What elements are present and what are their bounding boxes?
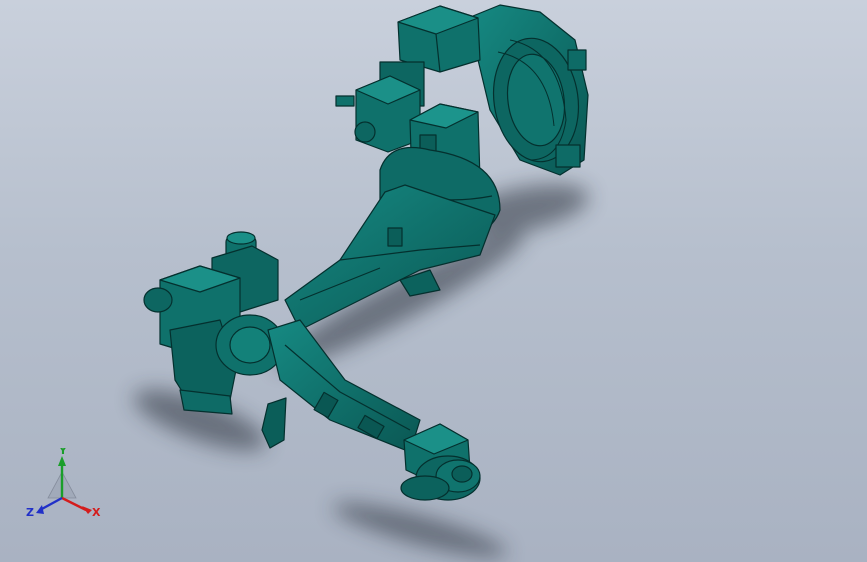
reference-triad[interactable]: Y X Z	[22, 444, 108, 524]
z-axis-label: Z	[26, 506, 34, 519]
robot-arm-model[interactable]	[0, 0, 867, 562]
graphics-viewport[interactable]: Y X Z	[0, 0, 867, 562]
x-axis-label: X	[92, 506, 101, 519]
base-flange[interactable]	[467, 4, 589, 176]
z-axis-arrow	[36, 496, 63, 514]
x-axis-arrow	[61, 496, 92, 514]
y-axis-label: Y	[58, 448, 68, 457]
